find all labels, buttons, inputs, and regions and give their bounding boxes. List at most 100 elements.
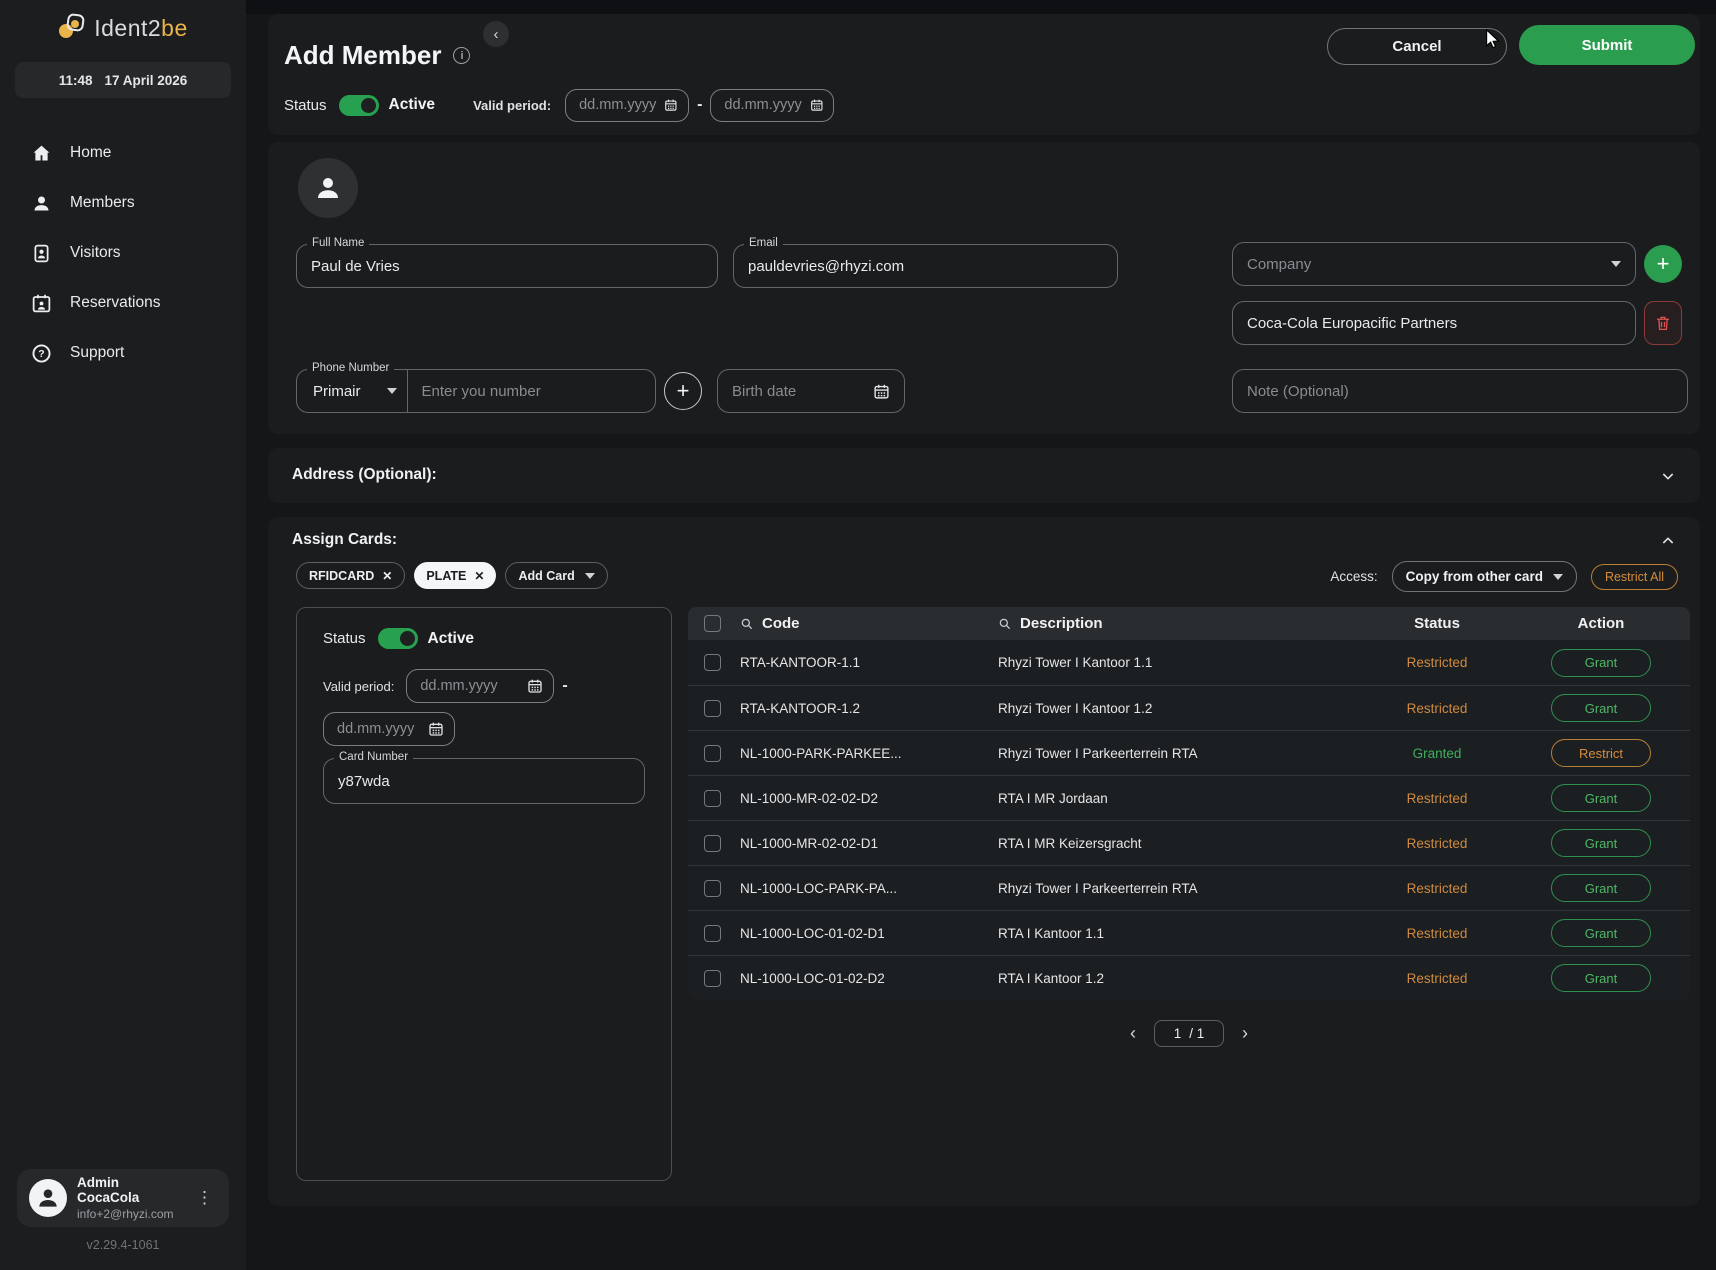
chevron-down-icon[interactable] bbox=[1660, 468, 1676, 484]
cell-status: Restricted bbox=[1362, 881, 1512, 896]
card-valid-from-input[interactable]: dd.mm.yyyy bbox=[406, 669, 554, 703]
full-name-field[interactable]: Full Name Paul de Vries bbox=[296, 244, 718, 288]
chevron-up-icon[interactable] bbox=[1660, 533, 1676, 549]
row-action-button[interactable]: Grant bbox=[1551, 649, 1651, 677]
sidebar-item-visitors[interactable]: Visitors bbox=[0, 228, 246, 278]
row-action-button[interactable]: Grant bbox=[1551, 964, 1651, 992]
person-icon bbox=[313, 173, 343, 203]
add-phone-button[interactable]: + bbox=[664, 372, 702, 410]
calendar-icon[interactable] bbox=[527, 678, 543, 694]
cell-status: Granted bbox=[1362, 746, 1512, 761]
card-number-field[interactable]: Card Number y87wda bbox=[323, 758, 645, 804]
cell-status: Restricted bbox=[1362, 791, 1512, 806]
logo-text: Ident2be bbox=[94, 15, 188, 42]
close-icon[interactable]: ✕ bbox=[382, 569, 392, 583]
email-value: pauldevries@rhyzi.com bbox=[748, 258, 904, 275]
cell-code: NL-1000-LOC-PARK-PA... bbox=[740, 881, 998, 896]
table-row[interactable]: NL-1000-LOC-PARK-PA... Rhyzi Tower I Par… bbox=[688, 865, 1690, 910]
table-row[interactable]: NL-1000-PARK-PARKEE... Rhyzi Tower I Par… bbox=[688, 730, 1690, 775]
cell-description: Rhyzi Tower I Kantoor 1.1 bbox=[998, 655, 1362, 670]
app-version: v2.29.4-1061 bbox=[0, 1238, 246, 1252]
select-all-checkbox[interactable] bbox=[704, 615, 721, 632]
chip-plate[interactable]: PLATE ✕ bbox=[414, 562, 496, 589]
selected-company-field[interactable]: Coca-Cola Europacific Partners bbox=[1232, 301, 1636, 345]
page-next-icon[interactable]: › bbox=[1238, 1023, 1252, 1044]
page-prev-icon[interactable]: ‹ bbox=[1126, 1023, 1140, 1044]
table-row[interactable]: RTA-KANTOOR-1.1 Rhyzi Tower I Kantoor 1.… bbox=[688, 640, 1690, 685]
calendar-icon[interactable] bbox=[664, 97, 678, 113]
row-action-button[interactable]: Restrict bbox=[1551, 739, 1651, 767]
page-indicator: 1 / 1 bbox=[1154, 1020, 1224, 1047]
phone-number-input[interactable]: Enter you number bbox=[422, 383, 541, 400]
row-checkbox[interactable] bbox=[704, 654, 721, 671]
valid-from-input[interactable]: dd.mm.yyyy bbox=[565, 89, 689, 122]
user-menu-kebab-icon[interactable]: ⋮ bbox=[192, 1186, 217, 1210]
email-field[interactable]: Email pauldevries@rhyzi.com bbox=[733, 244, 1118, 288]
row-checkbox[interactable] bbox=[704, 925, 721, 942]
phone-number-field[interactable]: Phone Number Primair Enter you number bbox=[296, 369, 656, 413]
cell-description: RTA I MR Keizersgracht bbox=[998, 836, 1362, 851]
row-checkbox[interactable] bbox=[704, 745, 721, 762]
user-email: info+2@rhyzi.com bbox=[77, 1207, 182, 1221]
remove-company-button[interactable] bbox=[1644, 301, 1682, 345]
row-action-button[interactable]: Grant bbox=[1551, 829, 1651, 857]
calendar-icon[interactable] bbox=[810, 97, 824, 113]
cell-code: NL-1000-MR-02-02-D2 bbox=[740, 791, 998, 806]
info-icon[interactable]: i bbox=[453, 47, 470, 64]
phone-type-select[interactable]: Primair bbox=[313, 383, 397, 400]
address-section-title: Address (Optional): bbox=[292, 466, 437, 484]
add-company-button[interactable]: + bbox=[1644, 245, 1682, 283]
table-row[interactable]: NL-1000-MR-02-02-D2 RTA I MR Jordaan Res… bbox=[688, 775, 1690, 820]
row-checkbox[interactable] bbox=[704, 700, 721, 717]
status-toggle[interactable] bbox=[339, 95, 379, 116]
note-field[interactable]: Note (Optional) bbox=[1232, 369, 1688, 413]
search-icon[interactable] bbox=[998, 617, 1012, 631]
sidebar-item-reservations[interactable]: Reservations bbox=[0, 278, 246, 328]
chevron-down-icon bbox=[585, 573, 595, 579]
valid-to-input[interactable]: dd.mm.yyyy bbox=[710, 89, 834, 122]
calendar-icon[interactable] bbox=[428, 721, 444, 737]
company-select[interactable]: Company bbox=[1232, 242, 1636, 286]
row-action-button[interactable]: Grant bbox=[1551, 919, 1651, 947]
chip-rfidcard[interactable]: RFIDCARD ✕ bbox=[296, 562, 405, 589]
table-row[interactable]: NL-1000-LOC-01-02-D1 RTA I Kantoor 1.1 R… bbox=[688, 910, 1690, 955]
sidebar-collapse-button[interactable]: ‹ bbox=[483, 21, 509, 47]
row-checkbox[interactable] bbox=[704, 970, 721, 987]
row-action-button[interactable]: Grant bbox=[1551, 694, 1651, 722]
row-checkbox[interactable] bbox=[704, 880, 721, 897]
table-row[interactable]: NL-1000-LOC-01-02-D2 RTA I Kantoor 1.2 R… bbox=[688, 955, 1690, 1000]
sidebar-item-members[interactable]: Members bbox=[0, 178, 246, 228]
address-section[interactable]: Address (Optional): bbox=[268, 448, 1700, 503]
copy-from-card-dropdown[interactable]: Copy from other card bbox=[1392, 561, 1577, 592]
table-row[interactable]: NL-1000-MR-02-02-D1 RTA I MR Keizersgrac… bbox=[688, 820, 1690, 865]
card-valid-to-input[interactable]: dd.mm.yyyy bbox=[323, 712, 455, 746]
user-card[interactable]: Admin CocaCola info+2@rhyzi.com ⋮ bbox=[17, 1169, 229, 1227]
cell-status: Restricted bbox=[1362, 971, 1512, 986]
row-checkbox[interactable] bbox=[704, 790, 721, 807]
app-screen: Ident2be 11:48 17 April 2026 Home Member… bbox=[0, 0, 1716, 1270]
card-status-toggle[interactable] bbox=[378, 628, 418, 649]
restrict-all-button[interactable]: Restrict All bbox=[1591, 564, 1678, 590]
support-icon bbox=[31, 343, 52, 364]
search-icon[interactable] bbox=[740, 617, 754, 631]
close-icon[interactable]: ✕ bbox=[474, 569, 484, 583]
sidebar-item-home[interactable]: Home bbox=[0, 128, 246, 178]
row-checkbox[interactable] bbox=[704, 835, 721, 852]
page-total: / 1 bbox=[1189, 1026, 1204, 1041]
calendar-icon[interactable] bbox=[873, 383, 890, 400]
add-card-button[interactable]: Add Card bbox=[505, 562, 607, 589]
table-row[interactable]: RTA-KANTOOR-1.2 Rhyzi Tower I Kantoor 1.… bbox=[688, 685, 1690, 730]
clock-date: 17 April 2026 bbox=[104, 73, 187, 88]
sidebar-item-support[interactable]: Support bbox=[0, 328, 246, 378]
member-photo-placeholder[interactable] bbox=[298, 158, 358, 218]
chevron-down-icon bbox=[1553, 574, 1563, 580]
card-number-value: y87wda bbox=[338, 773, 390, 790]
app-logo: Ident2be bbox=[0, 12, 246, 44]
submit-button[interactable]: Submit bbox=[1519, 25, 1695, 65]
row-action-button[interactable]: Grant bbox=[1551, 784, 1651, 812]
row-action-button[interactable]: Grant bbox=[1551, 874, 1651, 902]
column-code: Code bbox=[762, 615, 800, 632]
top-strip bbox=[246, 0, 1716, 14]
birth-date-field[interactable]: Birth date bbox=[717, 369, 905, 413]
cancel-button[interactable]: Cancel bbox=[1327, 28, 1507, 65]
